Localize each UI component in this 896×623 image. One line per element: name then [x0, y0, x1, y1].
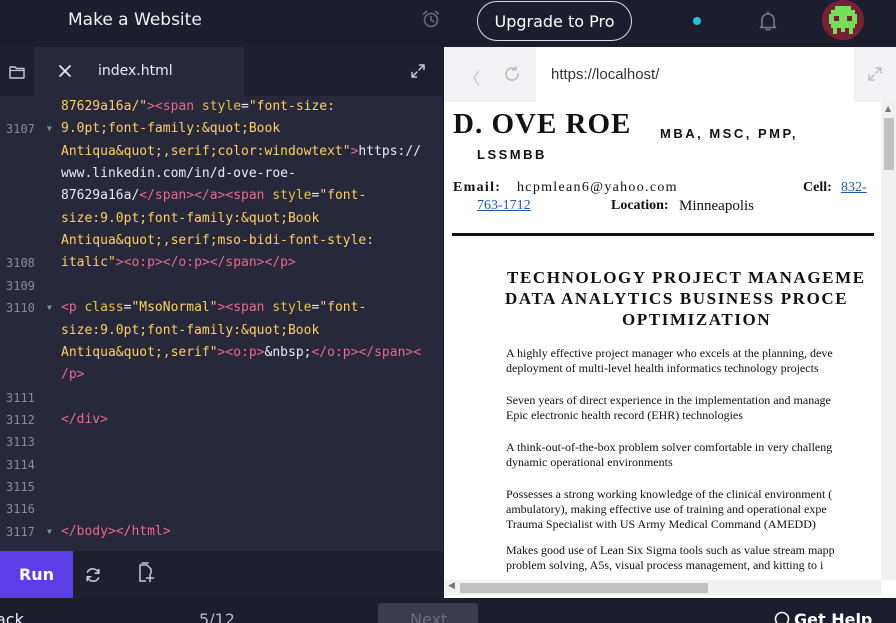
get-help-button[interactable]: Get Help — [774, 610, 896, 623]
line-number: 3114 — [6, 457, 35, 472]
url-bar[interactable]: https://localhost/ — [536, 47, 854, 102]
location-label: Location: — [611, 198, 669, 213]
location-value: Minneapolis — [679, 198, 754, 214]
summary-item: A highly effective project manager who e… — [506, 346, 833, 360]
code-line: Antiqua&quot;,serif;mso-bidi-font-style: — [61, 233, 375, 249]
fold-arrow-icon[interactable]: ▼ — [47, 124, 52, 133]
lesson-progress: 5/12 — [199, 610, 235, 623]
section-heading: TECHNOLOGY PROJECT MANAGEME — [507, 268, 866, 287]
back-arrow-icon[interactable]: 〈 — [464, 65, 480, 89]
email-value: hcpmlean6@yahoo.com — [517, 180, 678, 195]
vertical-scroll-thumb[interactable] — [884, 118, 894, 170]
resume-credentials-cont: LSSMBB — [477, 147, 547, 162]
email-label: Email: — [453, 180, 502, 195]
code-line: www.linkedin.com/in/d-ove-roe- — [61, 166, 296, 182]
online-status-dot — [693, 17, 701, 25]
lesson-footer: ack 5/12 Next Get Help — [0, 598, 896, 623]
alarm-clock-icon[interactable] — [420, 8, 442, 30]
refresh-icon[interactable] — [84, 566, 102, 584]
top-bar: Make a Website Upgrade to Pro — [0, 0, 896, 47]
browser-preview: 〈 https://localhost/ D. OVE ROE MBA, MSC… — [444, 47, 896, 598]
summary-item: A think-out-of-the-box problem solver co… — [506, 440, 833, 454]
line-number: 3110 — [6, 301, 35, 316]
code-line: size:9.0pt;font-family:&quot;Book — [61, 210, 320, 226]
code-line: </body></html> — [61, 523, 171, 539]
run-button[interactable]: Run — [0, 551, 73, 598]
summary-item: ambulatory), making effective use of tra… — [506, 502, 827, 516]
summary-item: dynamic operational environments — [506, 455, 673, 469]
resume-credentials: MBA, MSC, PMP, — [660, 126, 799, 141]
code-line: size:9.0pt;font-family:&quot;Book — [61, 322, 320, 338]
line-number: 3112 — [6, 412, 35, 427]
cell-label: Cell: — [803, 180, 832, 195]
section-heading-line2: DATA ANALYTICS BUSINESS PROCE — [505, 289, 849, 308]
folder-icon — [9, 65, 25, 79]
code-line: italic"><o:p></o:p></span></p> — [61, 255, 296, 271]
summary-item: Makes good use of Lean Six Sigma tools s… — [506, 543, 835, 557]
close-tab-icon[interactable] — [56, 62, 74, 80]
back-button[interactable]: ack — [0, 610, 24, 623]
fold-arrow-icon[interactable]: ▼ — [47, 527, 52, 536]
help-icon — [774, 611, 790, 623]
line-number: 3117 — [6, 524, 35, 539]
user-avatar[interactable] — [822, 0, 864, 40]
summary-item: Trauma Specialist with US Army Medical C… — [506, 517, 816, 531]
line-number: 3108 — [6, 256, 35, 271]
vertical-scrollbar[interactable]: ▲ — [881, 102, 896, 580]
horizontal-scrollbar[interactable]: ◀ — [444, 580, 881, 595]
notification-bell-icon[interactable] — [756, 9, 780, 33]
reload-icon[interactable] — [503, 65, 521, 83]
expand-editor-icon[interactable] — [410, 63, 426, 79]
code-line: </div> — [61, 411, 108, 427]
pixel-alien-icon — [822, 0, 864, 40]
cell-phone-link-cont[interactable]: 763-1712 — [477, 198, 531, 214]
browser-toolbar: 〈 https://localhost/ — [444, 47, 896, 102]
header-divider — [452, 233, 874, 236]
summary-item: Epic electronic health record (EHR) tech… — [506, 408, 743, 422]
section-heading-line3: OPTIMIZATION — [622, 310, 772, 329]
editor-tab-bar: index.html — [0, 47, 443, 96]
code-area[interactable]: 87629a16a/"><span style="font-size: 3107 ▼… — [0, 96, 443, 551]
resume-name: D. OVE ROE — [453, 108, 632, 140]
summary-item: problem solving, A5s, visual process man… — [506, 558, 824, 572]
code-line: Antiqua&quot;,serif"><o:p>&nbsp;</o:p></… — [61, 344, 422, 360]
code-line: 9.0pt;font-family:&quot;Book — [61, 121, 281, 137]
code-editor-pane: index.html 87629a16a/"><span style="font… — [0, 47, 443, 551]
line-number: 3116 — [6, 502, 35, 517]
code-line: /p> — [61, 367, 85, 383]
preview-viewport[interactable]: D. OVE ROE MBA, MSC, PMP, LSSMBB Email: … — [444, 102, 881, 580]
code-line: Antiqua&quot;,serif;color:windowtext">ht… — [61, 143, 422, 159]
line-number: 3113 — [6, 435, 35, 450]
summary-item: deployment of multi-level health informa… — [506, 361, 819, 375]
tab-filename: index.html — [98, 63, 173, 79]
horizontal-scroll-thumb[interactable] — [460, 583, 708, 593]
line-number: 3109 — [6, 278, 35, 293]
line-number: 3107 — [6, 122, 35, 137]
upgrade-to-pro-button[interactable]: Upgrade to Pro — [477, 1, 632, 41]
get-help-label: Get Help — [794, 610, 873, 623]
summary-item: Possesses a strong working knowledge of … — [506, 487, 833, 501]
code-line: 87629a16a/</span></a><span style="font- — [61, 188, 367, 204]
cell-phone-link[interactable]: 832- — [841, 180, 867, 196]
run-bar: Run — [0, 551, 443, 598]
code-line: 87629a16a/"><span style="font-size: — [61, 99, 335, 114]
scroll-up-arrow-icon[interactable]: ▲ — [885, 104, 891, 113]
code-line: <p class="MsoNormal"><span style="font- — [61, 300, 367, 316]
summary-item: Seven years of direct experience in the … — [506, 393, 831, 407]
app-title: Make a Website — [68, 10, 202, 30]
expand-preview-icon[interactable] — [868, 67, 882, 81]
line-number: 3115 — [6, 479, 35, 494]
line-number: 3111 — [6, 390, 35, 405]
file-tree-button[interactable] — [0, 47, 34, 96]
scroll-left-arrow-icon[interactable]: ◀ — [448, 581, 455, 591]
fold-arrow-icon[interactable]: ▼ — [47, 303, 52, 312]
new-file-icon[interactable] — [136, 562, 156, 584]
tab-index-html[interactable]: index.html — [34, 47, 244, 96]
next-label: Next — [410, 610, 448, 623]
next-button[interactable]: Next — [378, 603, 478, 623]
